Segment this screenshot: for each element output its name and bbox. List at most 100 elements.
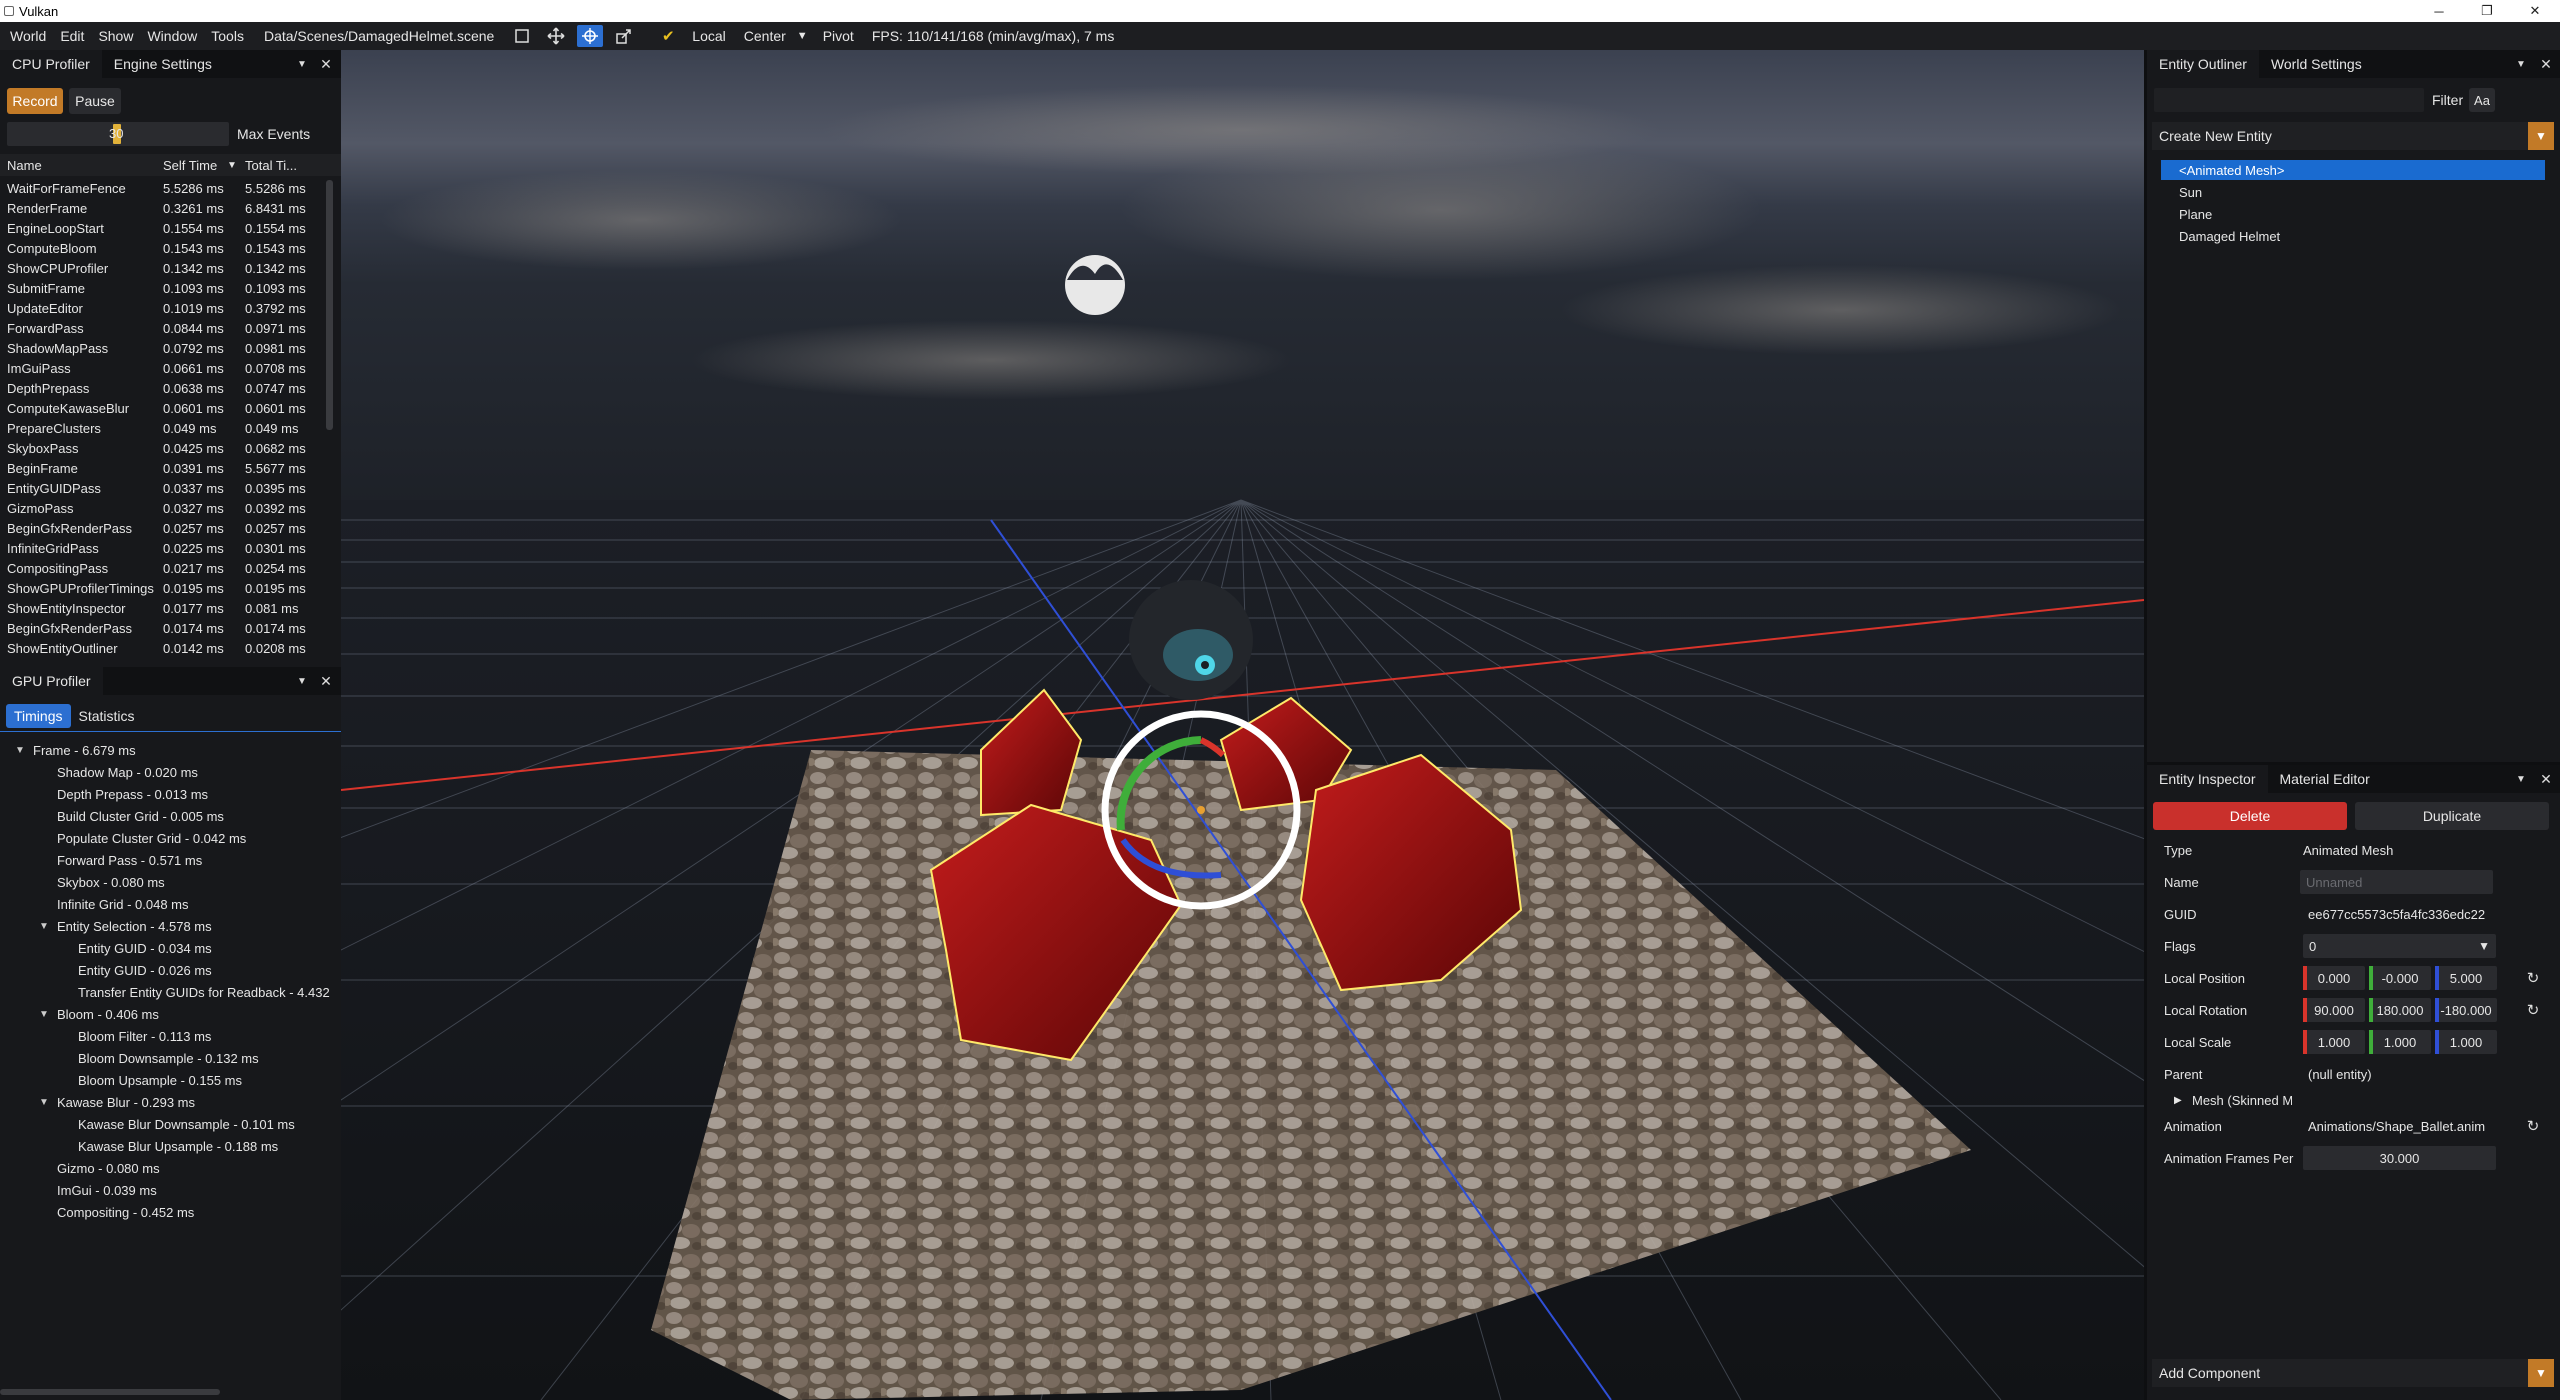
table-row[interactable]: ShadowMapPass 0.0792 ms 0.0981 ms [0,338,341,358]
flags-select[interactable]: 0 ▼ [2303,934,2496,958]
delete-button[interactable]: Delete [2153,802,2347,830]
create-entity-combo[interactable]: Create New Entity ▼ [2152,122,2554,150]
position-y-field[interactable]: -0.000 [2369,966,2431,990]
expand-arrow-icon[interactable]: ▶ [2174,1095,2182,1106]
menu-edit[interactable]: Edit [53,28,91,44]
tab-cpu-profiler[interactable]: CPU Profiler [0,50,102,78]
panel-menu-icon[interactable]: ▼ [2511,765,2531,793]
gpu-profiler-title[interactable]: GPU Profiler [0,667,103,695]
menu-world[interactable]: World [3,28,53,44]
entity-list-item[interactable]: Damaged Helmet [2161,226,2545,246]
add-component-dropdown-icon[interactable]: ▼ [2528,1359,2554,1387]
entity-list-item[interactable]: Sun [2161,182,2545,202]
tree-node[interactable]: ▼ Frame - 6.679 ms [0,739,341,761]
expand-arrow-icon[interactable]: ▼ [39,1097,49,1108]
restore-icon[interactable]: ❐ [2464,0,2510,22]
max-events-slider[interactable]: 30 [7,122,229,146]
position-z-field[interactable]: 5.000 [2435,966,2497,990]
expand-arrow-icon[interactable]: ▼ [39,921,49,932]
expand-arrow-icon[interactable]: ▼ [39,1009,49,1020]
panel-menu-icon[interactable]: ▼ [2511,50,2531,78]
table-row[interactable]: ShowGPUProfilerTimings 0.0195 ms 0.0195 ms [0,578,341,598]
panel-menu-icon[interactable]: ▼ [292,667,312,695]
duplicate-button[interactable]: Duplicate [2355,802,2549,830]
menu-show[interactable]: Show [91,28,140,44]
move-tool-icon[interactable] [547,27,565,45]
close-icon[interactable]: ✕ [2536,765,2556,793]
rotation-y-field[interactable]: 180.000 [2369,998,2431,1022]
scale-y-field[interactable]: 1.000 [2369,1030,2431,1054]
position-x-field[interactable]: 0.000 [2303,966,2365,990]
minimize-icon[interactable]: ─ [2416,0,2462,22]
table-row[interactable]: ShowEntityInspector 0.0177 ms 0.081 ms [0,598,341,618]
close-icon[interactable]: ✕ [316,667,336,695]
table-row[interactable]: BeginGfxRenderPass 0.0174 ms 0.0174 ms [0,618,341,638]
rotation-z-field[interactable]: -180.000 [2435,998,2497,1022]
animation-fps-field[interactable]: 30.000 [2303,1146,2496,1170]
pause-button[interactable]: Pause [69,88,121,114]
reload-animation-icon[interactable]: ↻ [2522,1114,2544,1138]
table-row[interactable]: ForwardPass 0.0844 ms 0.0971 ms [0,318,341,338]
menu-window[interactable]: Window [140,28,204,44]
tree-node[interactable]: ▼ Entity Selection - 4.578 ms [0,915,341,937]
pivot-dropdown-icon[interactable]: ▼ [793,30,812,42]
table-row[interactable]: WaitForFrameFence 5.5286 ms 5.5286 ms [0,178,341,198]
close-icon[interactable]: ✕ [2536,50,2556,78]
filter-input[interactable] [2154,88,2424,112]
tab-engine-settings[interactable]: Engine Settings [102,50,224,78]
gpu-horizontal-scrollbar[interactable] [0,1389,220,1395]
scale-tool-icon[interactable] [615,27,633,45]
create-entity-dropdown-icon[interactable]: ▼ [2528,122,2554,150]
table-row[interactable]: CompositingPass 0.0217 ms 0.0254 ms [0,558,341,578]
add-component-combo[interactable]: Add Component ▼ [2152,1359,2554,1387]
flags-dropdown-icon[interactable]: ▼ [2478,939,2490,953]
table-row[interactable]: ShowEntityOutliner 0.0142 ms 0.0208 ms [0,638,341,658]
center-toggle[interactable]: Center [737,28,793,44]
case-sensitive-button[interactable]: Aa [2469,88,2495,112]
table-row[interactable]: GizmoPass 0.0327 ms 0.0392 ms [0,498,341,518]
record-button[interactable]: Record [7,88,63,114]
reset-position-icon[interactable]: ↻ [2522,966,2544,990]
table-row[interactable]: UpdateEditor 0.1019 ms 0.3792 ms [0,298,341,318]
tree-node[interactable]: ▼ Kawase Blur - 0.293 ms [0,1091,341,1113]
scale-z-field[interactable]: 1.000 [2435,1030,2497,1054]
table-row[interactable]: BeginGfxRenderPass 0.0257 ms 0.0257 ms [0,518,341,538]
table-row[interactable]: SkyboxPass 0.0425 ms 0.0682 ms [0,438,341,458]
table-row[interactable]: RenderFrame 0.3261 ms 6.8431 ms [0,198,341,218]
col-self-time-header[interactable]: Self Time [163,158,217,173]
table-row[interactable]: BeginFrame 0.0391 ms 5.5677 ms [0,458,341,478]
scene-viewport[interactable] [341,50,2144,1400]
table-row[interactable]: SubmitFrame 0.1093 ms 0.1093 ms [0,278,341,298]
select-tool-icon[interactable] [513,27,531,45]
local-toggle[interactable]: Local [685,28,732,44]
pivot-label[interactable]: Pivot [816,28,861,44]
col-name-header[interactable]: Name [7,158,42,173]
entity-list-item[interactable]: <Animated Mesh> [2161,160,2545,180]
tab-timings[interactable]: Timings [6,704,71,728]
entity-list-item[interactable]: Plane [2161,204,2545,224]
close-window-icon[interactable]: ✕ [2512,0,2558,22]
menu-tools[interactable]: Tools [204,28,251,44]
expand-arrow-icon[interactable]: ▼ [15,745,25,756]
snap-check-icon[interactable]: ✔ [659,27,677,45]
panel-menu-icon[interactable]: ▼ [292,50,312,78]
scale-x-field[interactable]: 1.000 [2303,1030,2365,1054]
name-input[interactable]: Unnamed [2300,870,2493,894]
table-row[interactable]: ShowCPUProfiler 0.1342 ms 0.1342 ms [0,258,341,278]
col-total-time-header[interactable]: Total Ti... [245,158,297,173]
table-row[interactable]: ImGuiPass 0.0661 ms 0.0708 ms [0,358,341,378]
rotation-x-field[interactable]: 90.000 [2303,998,2365,1022]
close-icon[interactable]: ✕ [316,50,336,78]
tab-world-settings[interactable]: World Settings [2259,50,2374,78]
table-row[interactable]: InfiniteGridPass 0.0225 ms 0.0301 ms [0,538,341,558]
tab-entity-outliner[interactable]: Entity Outliner [2147,50,2259,78]
table-row[interactable]: ComputeBloom 0.1543 ms 0.1543 ms [0,238,341,258]
table-row[interactable]: DepthPrepass 0.0638 ms 0.0747 ms [0,378,341,398]
table-row[interactable]: EngineLoopStart 0.1554 ms 0.1554 ms [0,218,341,238]
tab-statistics[interactable]: Statistics [71,704,143,728]
rotate-tool-icon[interactable] [577,25,604,47]
tab-entity-inspector[interactable]: Entity Inspector [2147,765,2268,793]
tree-node[interactable]: ▼ Bloom - 0.406 ms [0,1003,341,1025]
table-row[interactable]: EntityGUIDPass 0.0337 ms 0.0395 ms [0,478,341,498]
reset-rotation-icon[interactable]: ↻ [2522,998,2544,1022]
